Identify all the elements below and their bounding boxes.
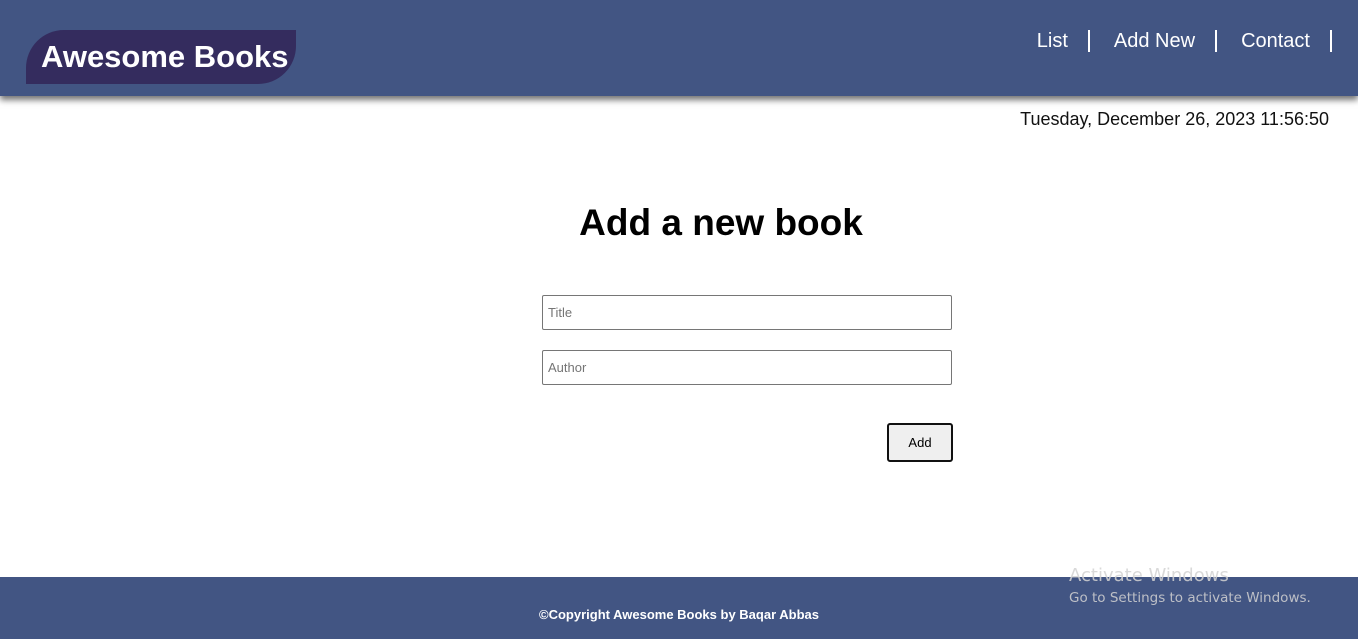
nav-divider bbox=[1087, 30, 1090, 52]
page: Awesome Books List Add New Contact Tuesd… bbox=[0, 0, 1358, 639]
nav-item-label: List bbox=[1036, 29, 1068, 52]
nav-item-list[interactable]: List bbox=[1037, 30, 1114, 53]
nav-item-label: Add New bbox=[1113, 29, 1196, 52]
nav-item-label: Contact bbox=[1241, 29, 1310, 52]
current-datetime: Tuesday, December 26, 2023 11:56:50 bbox=[1020, 109, 1329, 129]
nav-divider bbox=[1330, 30, 1332, 52]
nav-item-contact[interactable]: Contact bbox=[1241, 30, 1332, 53]
page-title: Add a new book bbox=[579, 202, 863, 243]
site-footer: ©Copyright Awesome Books by Baqar Abbas bbox=[0, 577, 1358, 639]
site-header: Awesome Books List Add New Contact bbox=[0, 0, 1358, 96]
author-input[interactable] bbox=[542, 350, 952, 385]
main-nav: List Add New Contact bbox=[1037, 30, 1332, 52]
logo[interactable]: Awesome Books bbox=[26, 30, 296, 84]
nav-item-add-new[interactable]: Add New bbox=[1114, 30, 1241, 53]
title-input[interactable] bbox=[542, 295, 952, 330]
copyright-text: ©Copyright Awesome Books by Baqar Abbas bbox=[539, 607, 819, 622]
add-button[interactable]: Add bbox=[887, 423, 953, 462]
nav-divider bbox=[1215, 30, 1218, 52]
